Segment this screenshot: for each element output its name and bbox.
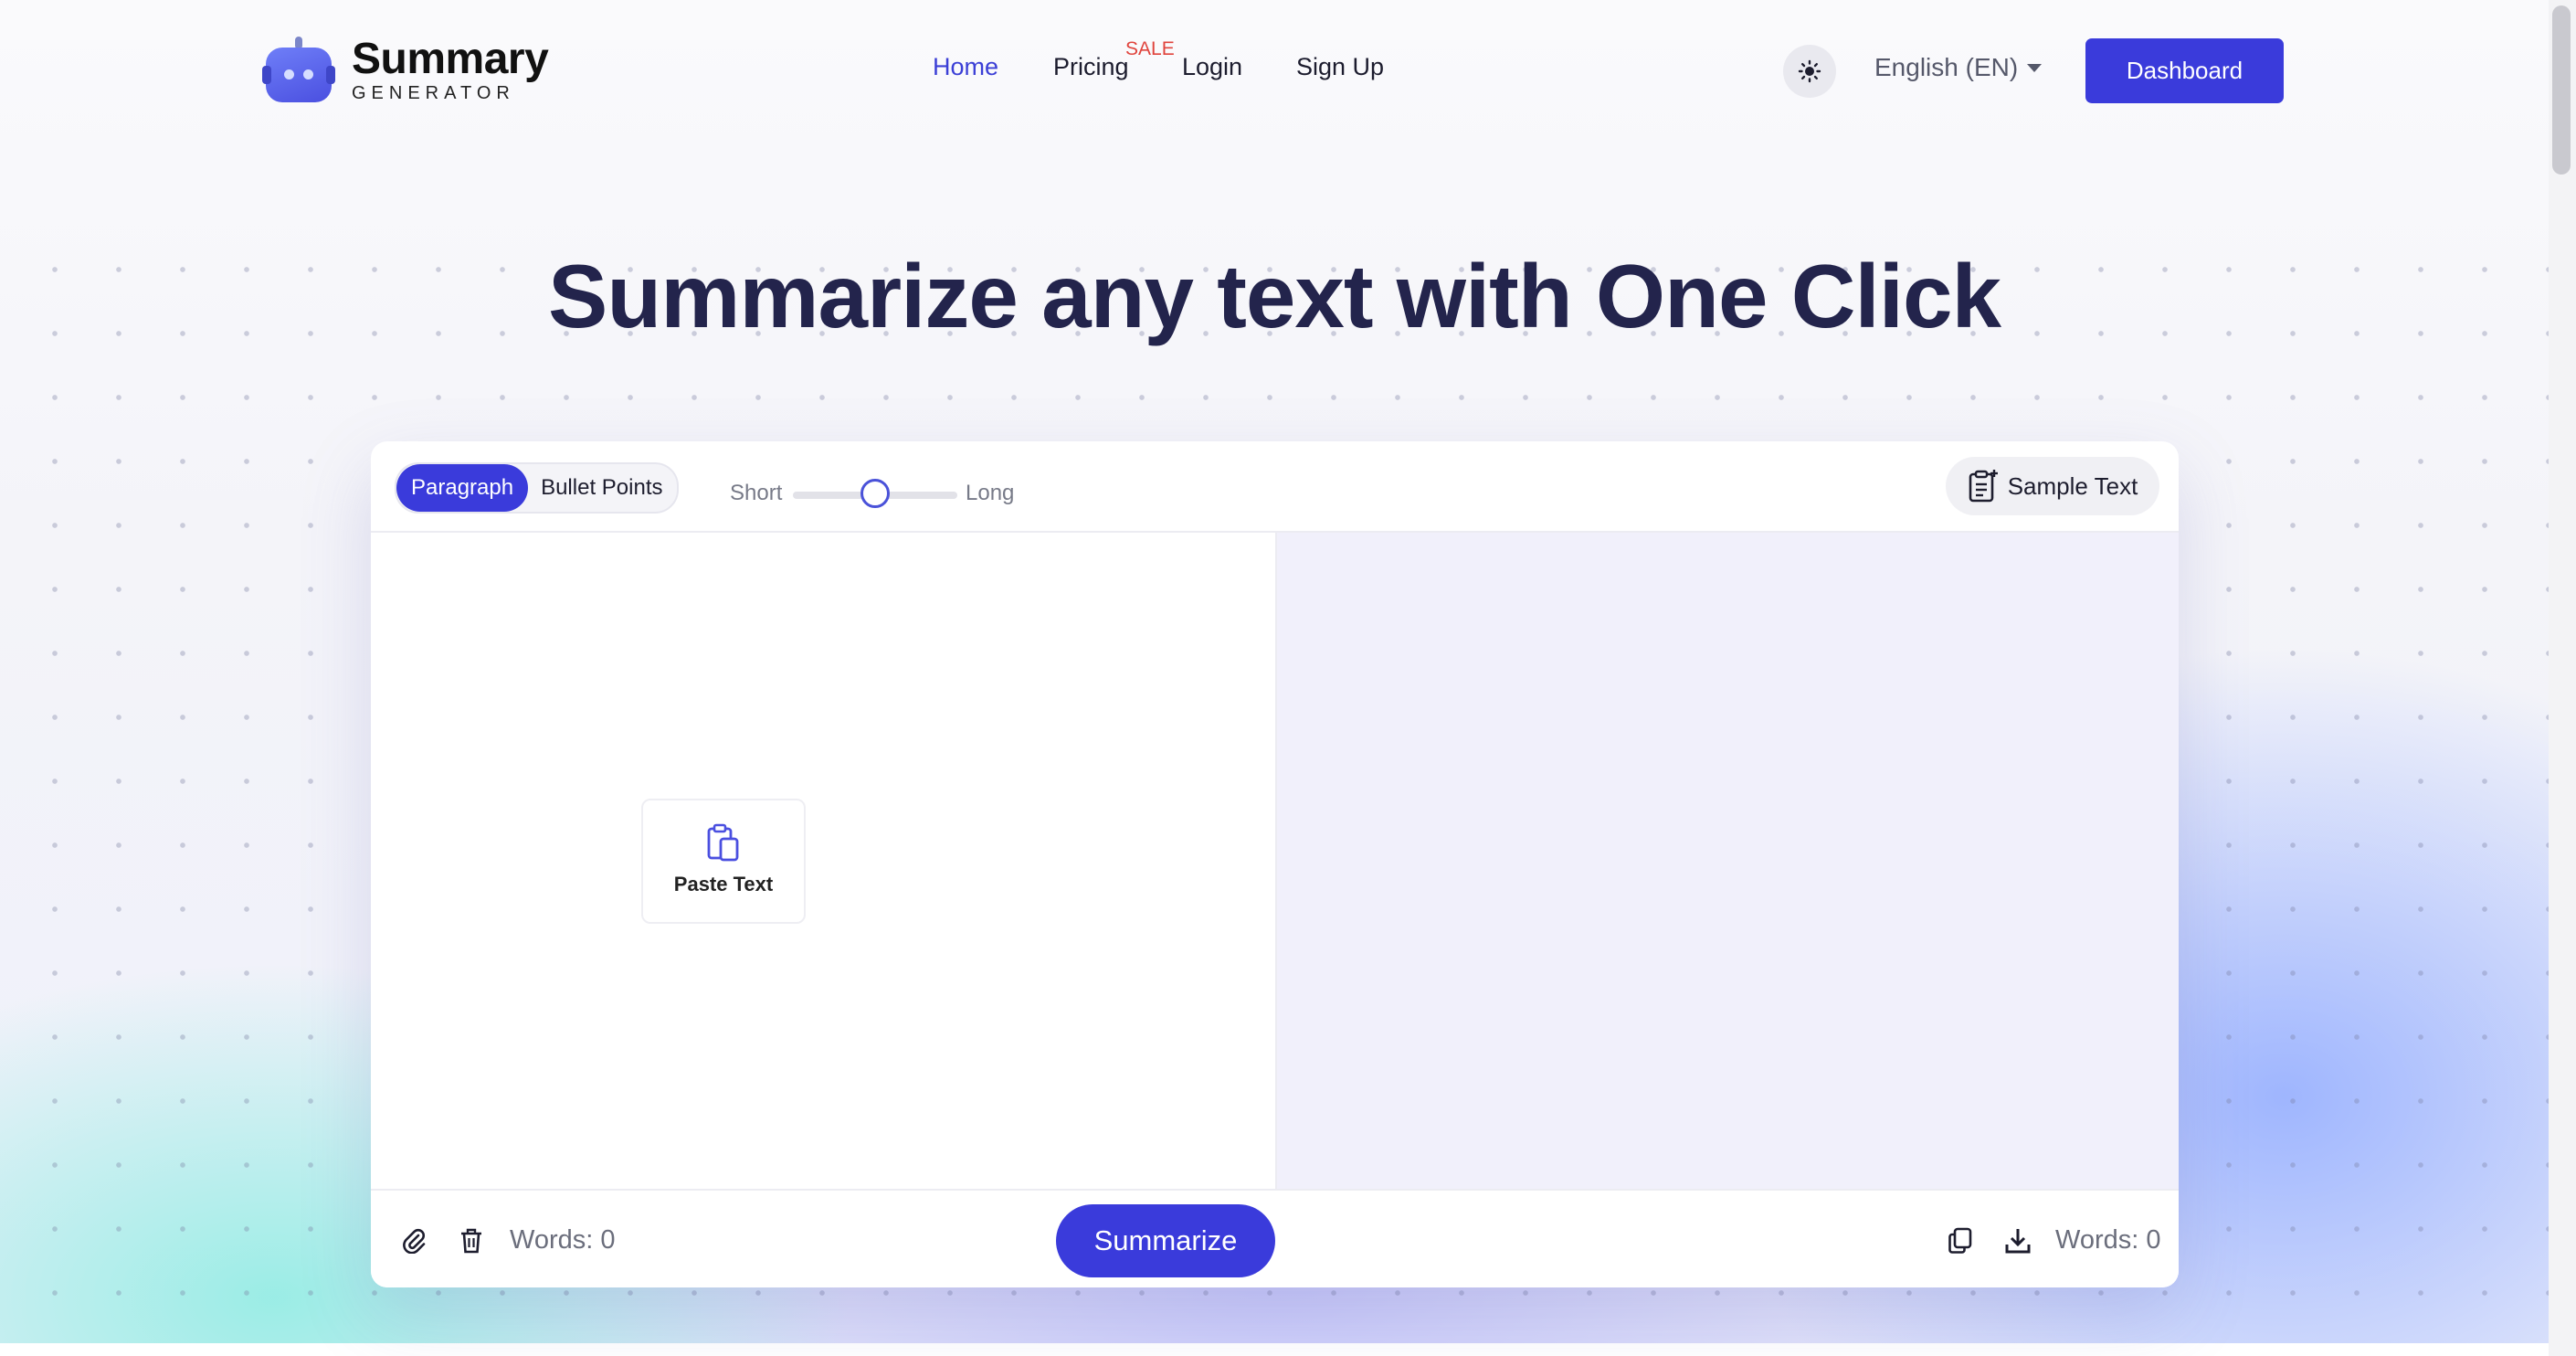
theme-toggle-button[interactable] — [1783, 45, 1836, 98]
language-label: English (EN) — [1874, 53, 2019, 81]
chevron-down-icon — [2027, 63, 2043, 72]
input-text-area[interactable] — [371, 533, 1273, 1189]
mode-toggle: Paragraph Bullet Points — [395, 462, 680, 514]
attach-file-button[interactable] — [400, 1227, 428, 1255]
mode-paragraph-button[interactable]: Paragraph — [396, 464, 529, 512]
clipboard-plus-icon — [1969, 470, 1998, 503]
copy-icon — [1948, 1227, 1972, 1254]
sample-text-button[interactable]: Sample Text — [1946, 457, 2159, 515]
download-icon — [2005, 1229, 2031, 1254]
trash-icon — [461, 1228, 481, 1254]
clipboard-paste-icon — [707, 823, 739, 862]
summarize-button[interactable]: Summarize — [1056, 1204, 1275, 1277]
clear-text-button[interactable] — [458, 1227, 485, 1255]
length-short-label: Short — [730, 481, 783, 505]
output-word-count: Words: 0 — [2055, 1225, 2161, 1255]
input-word-count: Words: 0 — [510, 1225, 616, 1255]
mode-bullet-points-button[interactable]: Bullet Points — [528, 475, 677, 501]
scrollbar[interactable] — [2549, 0, 2576, 1356]
length-slider-thumb[interactable] — [860, 479, 890, 508]
paperclip-icon — [403, 1228, 426, 1254]
nav-login[interactable]: Login — [1182, 53, 1242, 90]
page-bottom-edge — [0, 1343, 2576, 1356]
nav-signup[interactable]: Sign Up — [1296, 53, 1384, 90]
nav-pricing[interactable]: Pricing — [1053, 53, 1129, 90]
length-long-label: Long — [966, 481, 1015, 505]
nav-home[interactable]: Home — [933, 53, 998, 90]
sun-icon — [1798, 59, 1821, 83]
brand-tagline: GENERATOR — [352, 82, 515, 103]
dashboard-button[interactable]: Dashboard — [2085, 38, 2284, 103]
copy-summary-button[interactable] — [1947, 1227, 1974, 1255]
sample-text-label: Sample Text — [2007, 471, 2138, 500]
download-summary-button[interactable] — [2004, 1227, 2032, 1255]
logo[interactable]: Summary GENERATOR — [262, 34, 549, 105]
editor-toolbar: Paragraph Bullet Points Short Long Sampl… — [371, 441, 2179, 533]
robot-logo-icon — [262, 37, 335, 105]
page-title: Summarize any text with One Click — [548, 246, 2001, 346]
editor-footer: Words: 0 Summarize Words: 0 — [371, 1189, 2179, 1287]
language-selector[interactable]: English (EN) — [1874, 53, 2043, 82]
paste-text-label: Paste Text — [673, 873, 774, 895]
summary-output-area — [1275, 533, 2179, 1189]
brand-name: Summary — [352, 34, 549, 83]
scrollbar-thumb[interactable] — [2552, 5, 2571, 175]
paste-text-button[interactable]: Paste Text — [641, 799, 806, 924]
sale-badge: SALE — [1125, 38, 1175, 59]
